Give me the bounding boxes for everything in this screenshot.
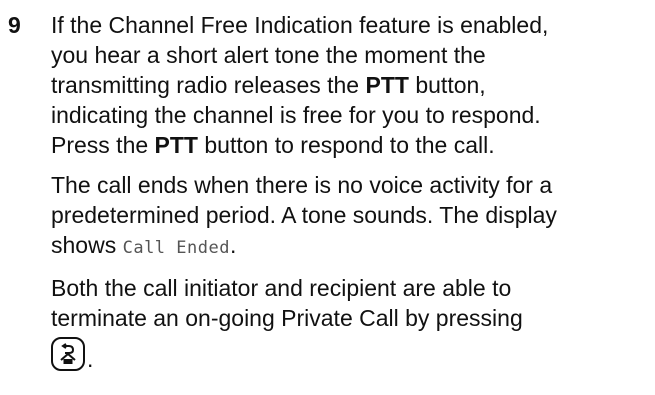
text: The call ends when there is no voice act… [51,172,553,198]
step-content: If the Channel Free Indication feature i… [51,10,651,371]
back-home-key-icon [51,337,85,371]
paragraph-channel-free-indication: If the Channel Free Indication feature i… [51,10,651,160]
paragraph-call-ends: The call ends when there is no voice act… [51,170,651,263]
text: terminate an on-going Private Call by pr… [51,305,523,331]
step-number: 9 [8,12,21,38]
text: button to respond to the call. [198,132,495,158]
display-text: Call Ended [122,238,230,258]
paragraph-terminate-call: Both the call initiator and recipient ar… [51,273,651,333]
key-suffix: . [87,346,94,372]
ptt-button-name: PTT [365,72,409,98]
ptt-button-name: PTT [154,132,198,158]
key-line: . [51,337,651,371]
text: transmitting radio releases the [51,72,366,98]
text: Press the [51,132,155,158]
text: . [229,232,237,258]
text: button, [408,72,486,98]
text: shows [51,232,123,258]
text: predetermined period. A tone sounds. The… [51,202,557,228]
text: indicating the channel is free for you t… [51,102,541,128]
text: you hear a short alert tone the moment t… [51,42,486,68]
text: If the Channel Free Indication feature i… [51,12,549,38]
text: Both the call initiator and recipient ar… [51,275,512,301]
